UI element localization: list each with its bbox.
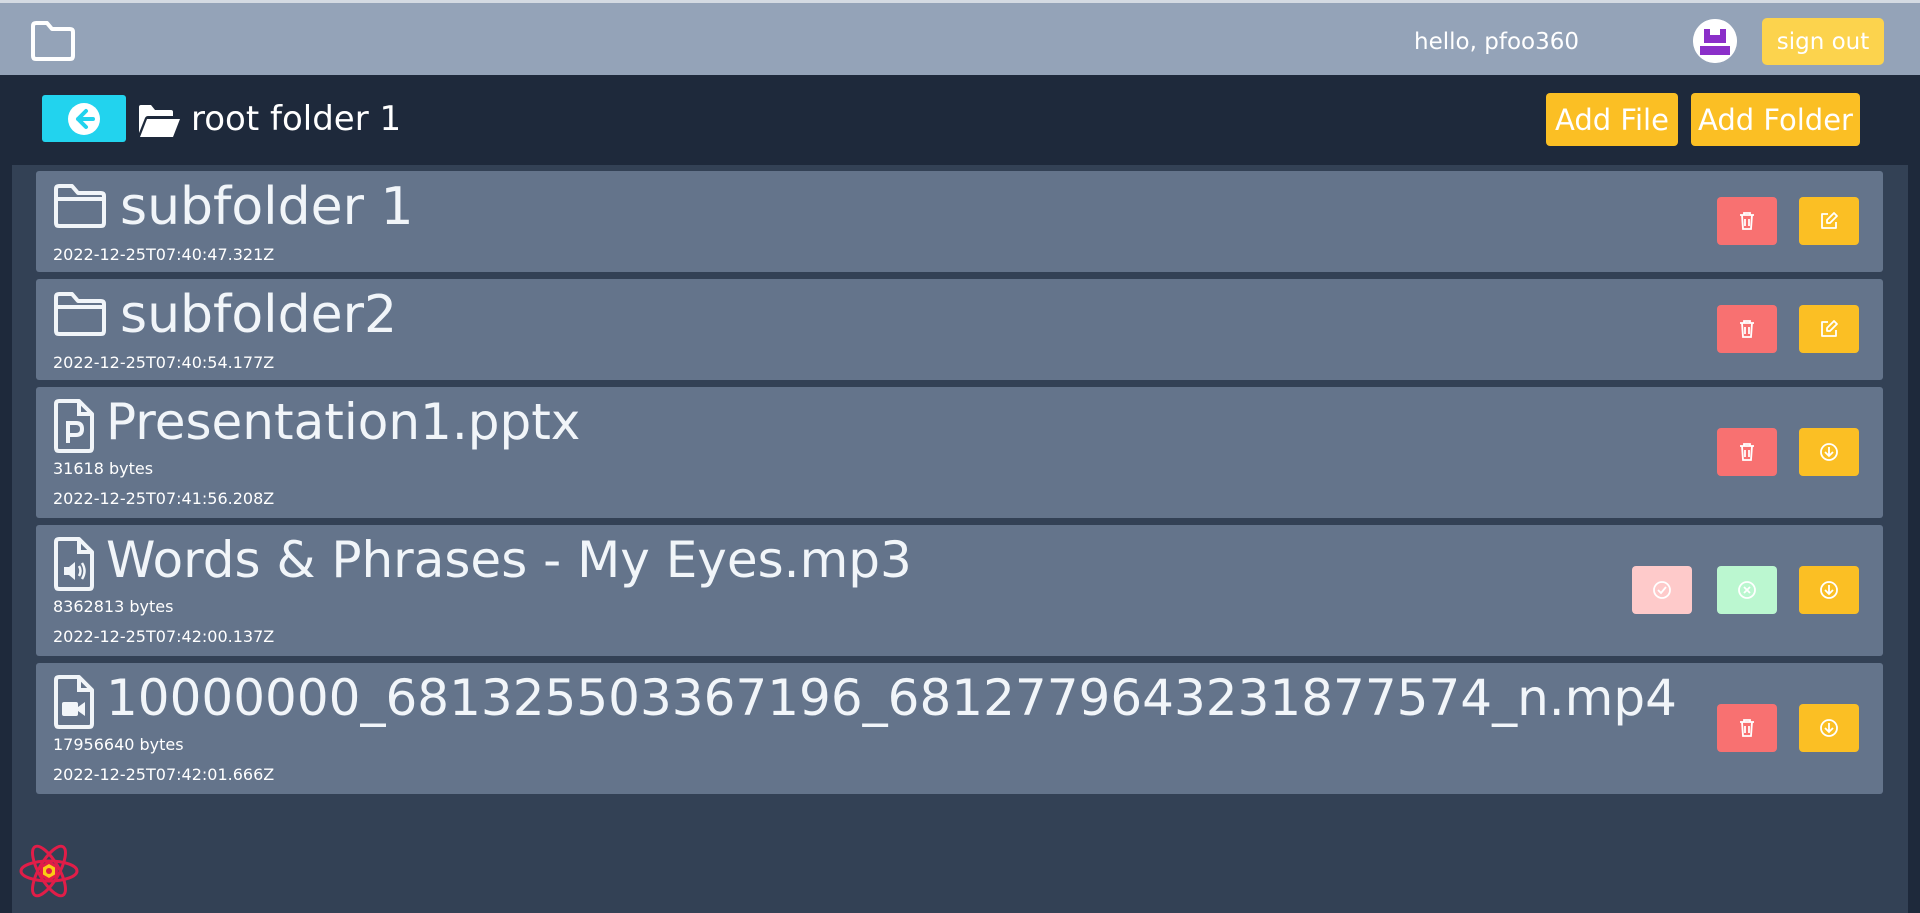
- item-name[interactable]: subfolder 1: [120, 177, 414, 237]
- user-avatar-icon: [1693, 19, 1737, 63]
- cancel-delete-button[interactable]: [1717, 566, 1777, 614]
- download-button[interactable]: [1799, 566, 1859, 614]
- delete-button[interactable]: [1717, 428, 1777, 476]
- delete-button[interactable]: [1717, 704, 1777, 752]
- item-date: 2022-12-25T07:40:54.177Z: [53, 353, 275, 372]
- download-button[interactable]: [1799, 428, 1859, 476]
- current-folder-name: root folder 1: [191, 99, 402, 139]
- edit-button[interactable]: [1799, 197, 1859, 245]
- download-circle-icon: [1820, 443, 1838, 461]
- trash-icon: [1740, 719, 1754, 737]
- edit-icon: [1821, 320, 1838, 337]
- back-button[interactable]: [42, 95, 126, 142]
- list-item[interactable]: Presentation1.pptx 31618 bytes 2022-12-2…: [36, 387, 1883, 518]
- list-item[interactable]: 10000000_681325503367196_681277964323187…: [36, 663, 1883, 794]
- item-name[interactable]: 10000000_681325503367196_681277964323187…: [106, 669, 1677, 727]
- download-circle-icon: [1820, 719, 1838, 737]
- powerpoint-file-icon: [54, 399, 94, 453]
- item-date: 2022-12-25T07:42:00.137Z: [53, 627, 275, 646]
- item-date: 2022-12-25T07:40:47.321Z: [53, 245, 275, 264]
- item-date: 2022-12-25T07:41:56.208Z: [53, 489, 275, 508]
- audio-file-icon: [54, 537, 94, 591]
- download-circle-icon: [1820, 581, 1838, 599]
- delete-button[interactable]: [1717, 197, 1777, 245]
- item-name[interactable]: Words & Phrases - My Eyes.mp3: [106, 531, 912, 589]
- check-circle-icon: [1653, 581, 1671, 599]
- edit-button[interactable]: [1799, 305, 1859, 353]
- folder-icon: [54, 292, 106, 336]
- folder-open-icon: [139, 105, 180, 137]
- add-folder-button[interactable]: Add Folder: [1691, 93, 1860, 146]
- sign-out-button[interactable]: sign out: [1762, 18, 1884, 65]
- folder-icon: [54, 184, 106, 228]
- item-size: 8362813 bytes: [53, 597, 174, 616]
- video-file-icon: [54, 675, 94, 729]
- x-circle-icon: [1738, 581, 1756, 599]
- item-name[interactable]: subfolder2: [120, 285, 397, 345]
- trash-icon: [1740, 320, 1754, 338]
- folder-toolbar: root folder 1 Add File Add Folder: [0, 75, 1920, 165]
- file-list-panel: subfolder 1 2022-12-25T07:40:47.321Z sub…: [12, 165, 1908, 913]
- trash-icon: [1740, 443, 1754, 461]
- trash-icon: [1740, 212, 1754, 230]
- item-size: 17956640 bytes: [53, 735, 184, 754]
- edit-icon: [1821, 212, 1838, 229]
- download-button[interactable]: [1799, 704, 1859, 752]
- list-item[interactable]: Words & Phrases - My Eyes.mp3 8362813 by…: [36, 525, 1883, 656]
- react-devtools-icon[interactable]: [18, 843, 80, 899]
- top-bar: hello, pfoo360 sign out: [0, 0, 1920, 75]
- delete-button[interactable]: [1717, 305, 1777, 353]
- add-file-button[interactable]: Add File: [1546, 93, 1678, 146]
- confirm-delete-button[interactable]: [1632, 566, 1692, 614]
- item-name[interactable]: Presentation1.pptx: [106, 393, 580, 451]
- list-item[interactable]: subfolder2 2022-12-25T07:40:54.177Z: [36, 279, 1883, 380]
- item-size: 31618 bytes: [53, 459, 154, 478]
- avatar[interactable]: [1693, 19, 1737, 63]
- item-date: 2022-12-25T07:42:01.666Z: [53, 765, 275, 784]
- arrow-left-circle-icon: [68, 102, 100, 135]
- folder-logo-icon[interactable]: [30, 20, 76, 62]
- list-item[interactable]: subfolder 1 2022-12-25T07:40:47.321Z: [36, 171, 1883, 272]
- greeting-text: hello, pfoo360: [1414, 29, 1579, 55]
